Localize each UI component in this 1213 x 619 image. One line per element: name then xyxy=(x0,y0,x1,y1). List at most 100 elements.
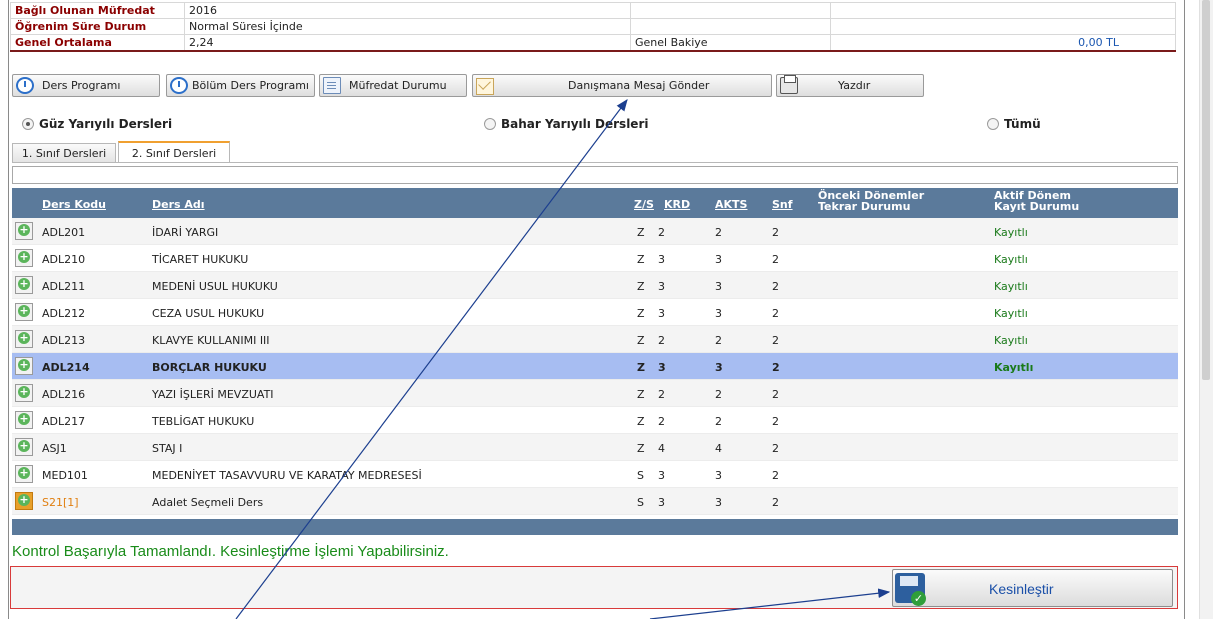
column-header-krd[interactable]: KRD xyxy=(664,198,690,211)
info-label: Genel Ortalama xyxy=(10,34,185,52)
radio-fall-semester[interactable]: Güz Yarıyılı Dersleri xyxy=(22,117,172,131)
yazdir-button[interactable]: Yazdır xyxy=(776,74,924,97)
radio-unselected-icon[interactable] xyxy=(987,118,999,130)
cell-akts: 3 xyxy=(715,280,722,293)
table-row[interactable]: ADL201İDARİ YARGIZ222Kayıtlı xyxy=(12,218,1178,245)
cell-name: MEDENİ USUL HUKUKU xyxy=(152,280,278,293)
scrollbar-thumb[interactable] xyxy=(1202,0,1210,380)
header-line: Kayıt Durumu xyxy=(994,200,1080,213)
cell-status: Kayıtlı xyxy=(994,253,1028,266)
ders-programi-button[interactable]: Ders Programı xyxy=(12,74,160,97)
cell-zs: Z xyxy=(637,226,645,239)
cell-code: ADL212 xyxy=(42,307,86,320)
cell-krd: 3 xyxy=(658,280,665,293)
table-row[interactable]: ADL211MEDENİ USUL HUKUKUZ332Kayıtlı xyxy=(12,272,1178,299)
cell-akts: 4 xyxy=(715,442,722,455)
radio-label: Tümü xyxy=(1004,117,1041,131)
cell-krd: 2 xyxy=(658,415,665,428)
cell-zs: Z xyxy=(637,415,645,428)
cell-zs: Z xyxy=(637,280,645,293)
cell-krd: 2 xyxy=(658,226,665,239)
info-row-gpa: Genel Ortalama 2,24 Genel Bakiye 0,00 TL xyxy=(10,34,1176,52)
cell-zs: S xyxy=(637,496,644,509)
cell-zs: Z xyxy=(637,442,645,455)
table-row[interactable]: ADL216YAZI İŞLERİ MEVZUATIZ222 xyxy=(12,380,1178,407)
radio-all-semesters[interactable]: Tümü xyxy=(987,117,1041,131)
tab-divider xyxy=(12,162,1178,163)
table-row[interactable]: ADL212CEZA USUL HUKUKUZ332Kayıtlı xyxy=(12,299,1178,326)
column-header-prev-status: Önceki Dönemler Tekrar Durumu xyxy=(818,190,924,212)
table-row[interactable]: ADL217TEBLİGAT HUKUKUZ222 xyxy=(12,407,1178,434)
cell-name: İDARİ YARGI xyxy=(152,226,219,239)
column-header-code[interactable]: Ders Kodu xyxy=(42,198,106,211)
info-label: Öğrenim Süre Durum xyxy=(10,18,185,35)
cell-snf: 2 xyxy=(772,280,779,293)
envelope-icon xyxy=(476,78,494,95)
cell-zs: Z xyxy=(637,361,645,374)
cell-name: KLAVYE KULLANIMI III xyxy=(152,334,270,347)
course-grid-body: ADL201İDARİ YARGIZ222KayıtlıADL210TİCARE… xyxy=(12,218,1178,515)
cell-name: TİCARET HUKUKU xyxy=(152,253,249,266)
column-header-akts[interactable]: AKTS xyxy=(715,198,747,211)
bolum-ders-programi-button[interactable]: Bölüm Ders Programı xyxy=(166,74,315,97)
cell-name: CEZA USUL HUKUKU xyxy=(152,307,265,320)
cell-zs: Z xyxy=(637,253,645,266)
plus-circle-icon[interactable] xyxy=(15,303,33,321)
table-row[interactable]: ADL213KLAVYE KULLANIMI IIIZ222Kayıtlı xyxy=(12,326,1178,353)
cell-status: Kayıtlı xyxy=(994,334,1028,347)
table-row[interactable]: ASJ1STAJ IZ442 xyxy=(12,434,1178,461)
plus-circle-icon[interactable] xyxy=(15,330,33,348)
cell-code: S21[1] xyxy=(42,496,79,509)
cell-zs: Z xyxy=(637,307,645,320)
plus-circle-icon[interactable] xyxy=(15,222,33,240)
info-value: 2,24 xyxy=(184,34,631,52)
table-row[interactable]: ADL214BORÇLAR HUKUKUZ332Kayıtlı xyxy=(12,353,1178,380)
cell-snf: 2 xyxy=(772,307,779,320)
cell-akts: 2 xyxy=(715,334,722,347)
table-row[interactable]: S21[1] Adalet Seçmeli Ders S 3 3 2 xyxy=(12,488,1178,515)
cell-name: TEBLİGAT HUKUKU xyxy=(152,415,255,428)
table-row[interactable]: ADL210TİCARET HUKUKUZ332Kayıtlı xyxy=(12,245,1178,272)
button-label: Yazdır xyxy=(838,79,871,92)
plus-circle-icon[interactable] xyxy=(15,357,33,375)
column-header-zs[interactable]: Z/S xyxy=(634,198,654,211)
radio-label: Güz Yarıyılı Dersleri xyxy=(39,117,173,131)
clock-icon xyxy=(16,77,34,94)
info-extra-value xyxy=(830,2,1176,19)
frame-right-border xyxy=(1184,0,1185,619)
plus-circle-icon[interactable] xyxy=(15,276,33,294)
tab-year-1[interactable]: 1. Sınıf Dersleri xyxy=(12,143,116,163)
plus-circle-icon[interactable] xyxy=(15,465,33,483)
tab-year-2[interactable]: 2. Sınıf Dersleri xyxy=(118,141,230,163)
cell-code: ADL211 xyxy=(42,280,86,293)
filter-bar[interactable] xyxy=(12,166,1178,184)
cell-name: Adalet Seçmeli Ders xyxy=(152,496,264,509)
mufredat-durumu-button[interactable]: Müfredat Durumu xyxy=(319,74,467,97)
cell-akts: 3 xyxy=(715,496,722,509)
cell-zs: Z xyxy=(637,334,645,347)
cell-snf: 2 xyxy=(772,334,779,347)
plus-circle-icon[interactable] xyxy=(15,411,33,429)
document-icon xyxy=(323,77,341,94)
radio-label: Bahar Yarıyılı Dersleri xyxy=(501,117,649,131)
save-check-icon xyxy=(895,573,926,606)
button-label: Müfredat Durumu xyxy=(349,79,447,92)
column-header-name[interactable]: Ders Adı xyxy=(152,198,205,211)
course-grid-footer xyxy=(12,519,1178,535)
danismana-mesaj-button[interactable]: Danışmana Mesaj Gönder xyxy=(472,74,772,97)
radio-unselected-icon[interactable] xyxy=(484,118,496,130)
cell-name: YAZI İŞLERİ MEVZUATI xyxy=(152,388,274,401)
plus-circle-icon[interactable] xyxy=(15,492,33,510)
plus-circle-icon[interactable] xyxy=(15,438,33,456)
cell-snf: 2 xyxy=(772,361,780,374)
column-header-active-status: Aktif Dönem Kayıt Durumu xyxy=(994,190,1079,212)
column-header-snf[interactable]: Snf xyxy=(772,198,793,211)
plus-circle-icon[interactable] xyxy=(15,249,33,267)
radio-selected-icon[interactable] xyxy=(22,118,34,130)
button-label: Danışmana Mesaj Gönder xyxy=(568,79,710,92)
button-label: Bölüm Ders Programı xyxy=(192,79,309,92)
radio-spring-semester[interactable]: Bahar Yarıyılı Dersleri xyxy=(484,117,648,131)
kesinlestir-button[interactable]: Kesinleştir xyxy=(892,569,1173,607)
plus-circle-icon[interactable] xyxy=(15,384,33,402)
table-row[interactable]: MED101 MEDENİYET TASAVVURU VE KARATAY MED… xyxy=(12,461,1178,488)
